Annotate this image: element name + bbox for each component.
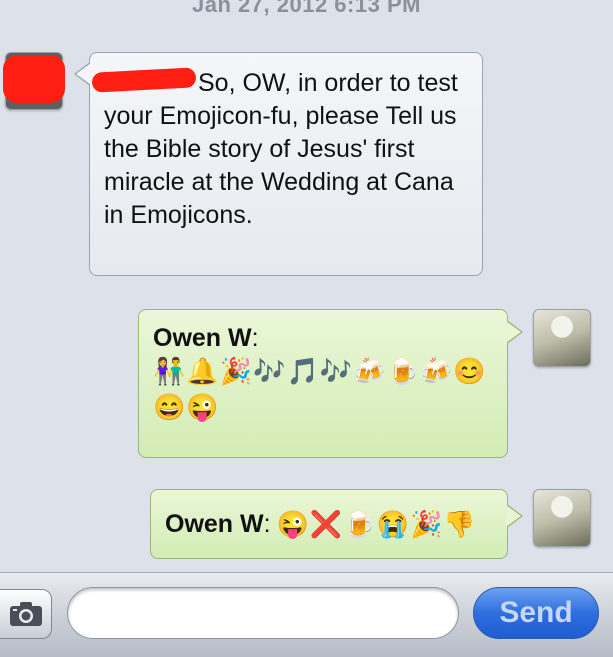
emoji-line: 👫🔔🎉🎶🎵🎶🍻🍺🍻😊 xyxy=(153,356,487,386)
redaction-mark xyxy=(3,55,65,103)
camera-icon xyxy=(9,602,42,626)
bubble-tail-fill xyxy=(76,63,91,85)
timestamp: Jan 27, 2012 6:13 PM xyxy=(192,0,421,17)
outgoing-message-bubble[interactable]: Owen W: 😜❌🍺😭🎉👎 xyxy=(150,489,508,559)
my-avatar[interactable] xyxy=(533,489,591,547)
outgoing-message-bubble[interactable]: Owen W: 👫🔔🎉🎶🎵🎶🍻🍺🍻😊 😄😜 xyxy=(138,309,508,458)
message-thread[interactable]: Jan 27, 2012 6:13 PM So, OW, in order to… xyxy=(0,0,613,572)
bubble-tail-fill xyxy=(506,321,521,343)
sender-name: Owen W: xyxy=(165,509,271,538)
compose-toolbar: Send xyxy=(0,572,613,657)
emoji-line: 😄😜 xyxy=(153,392,220,422)
bubble-tail-fill xyxy=(506,505,521,527)
emoji-line: 😜❌🍺😭🎉👎 xyxy=(276,509,477,539)
send-button[interactable]: Send xyxy=(473,587,599,639)
sender-name: Owen W xyxy=(153,324,252,352)
message-text: So, OW, in order to test your Emojicon-f… xyxy=(104,69,458,229)
message-input[interactable] xyxy=(67,587,459,639)
my-avatar[interactable] xyxy=(533,309,591,367)
sender-colon: : xyxy=(251,324,259,352)
camera-button[interactable] xyxy=(0,589,52,639)
